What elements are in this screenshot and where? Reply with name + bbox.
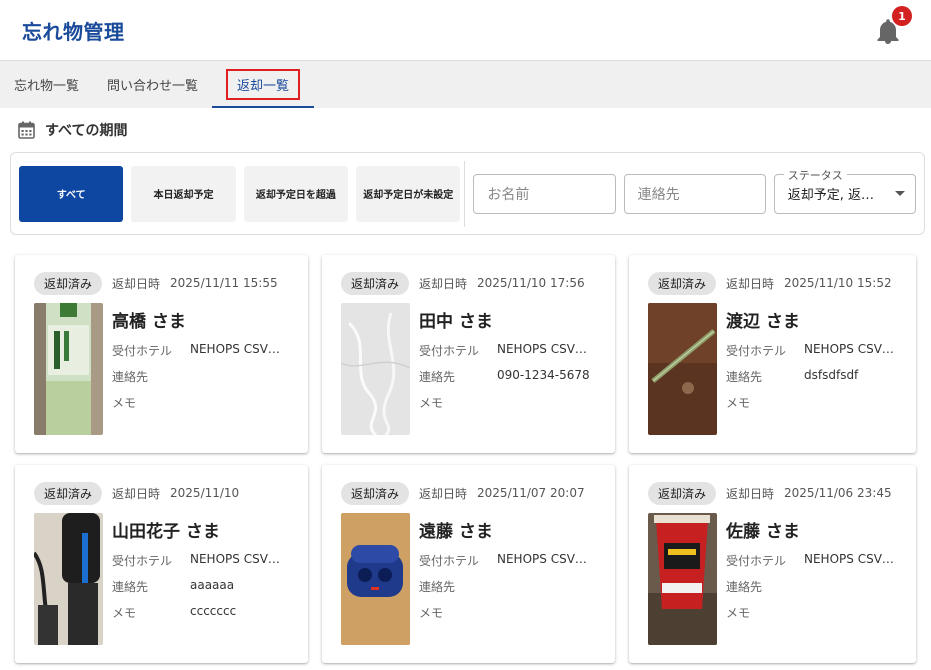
date-label: 返却日時 [112,276,161,291]
memo-value [804,394,899,411]
memo-value [497,604,592,621]
memo-value [190,394,285,411]
filter-today-button[interactable]: 本日返却予定 [131,165,236,222]
status-chip: 返却済み [648,271,717,295]
status-chip: 返却済み [648,481,717,505]
status-chip: 返却済み [341,271,410,295]
contact-label: 連絡先 [419,580,456,594]
hotel-label: 受付ホテル [112,554,173,568]
notification-badge: 1 [892,6,912,26]
divider [464,160,466,227]
filter-unscheduled-button[interactable]: 返却予定日が未設定 [356,165,461,222]
customer-name: 渡辺 さま [726,312,800,332]
tab-inquiries[interactable]: 問い合わせ一覧 [93,61,212,108]
contact-input[interactable]: 連絡先 [623,173,766,214]
return-card[interactable]: 返却済み 返却日時 2025/11/11 15:55 高橋 さま 受付ホテル N… [15,255,308,453]
status-chip: 返却済み [341,481,410,505]
hotel-label: 受付ホテル [726,344,787,358]
date-value: 2025/11/11 15:55 [170,276,278,290]
return-card[interactable]: 返却済み 返却日時 2025/11/07 20:07 遠藤 さま 受付ホテル NE… [322,465,615,663]
date-label: 返却日時 [112,486,161,501]
memo-label: メモ [112,606,137,620]
hotel-value: NEHOPS CSV… [497,552,587,566]
item-photo [648,513,717,645]
date-value: 2025/11/06 23:45 [784,486,892,500]
date-label: 返却日時 [419,486,468,501]
customer-name: 田中 さま [419,312,493,332]
name-input[interactable]: お名前 [473,173,616,214]
contact-value: 090-1234-5678 [497,368,590,382]
memo-label: メモ [726,606,751,620]
return-card[interactable]: 返却済み 返却日時 2025/11/10 17:56 田中 さま 受付ホテル NE… [322,255,615,453]
item-photo [648,303,717,435]
date-value: 2025/11/10 [170,486,240,500]
date-label: 返却日時 [726,276,775,291]
hotel-value: NEHOPS CSV… [804,552,894,566]
return-card[interactable]: 返却済み 返却日時 2025/11/06 23:45 佐藤 さま 受付ホテル NE… [629,465,916,663]
contact-value [190,368,285,385]
return-card[interactable]: 返却済み 返却日時 2025/11/10 15:52 渡辺 さま 受付ホテル NE… [629,255,916,453]
date-value: 2025/11/07 20:07 [477,486,585,500]
contact-value: aaaaaa [190,578,235,592]
status-select[interactable]: ステータス 返却予定, 返… [773,166,916,214]
hotel-value: NEHOPS CSV… [497,342,587,356]
hotel-label: 受付ホテル [726,554,787,568]
hotel-value: NEHOPS CSV… [190,552,280,566]
notification-button[interactable]: 1 [873,6,912,45]
contact-label: 連絡先 [419,370,456,384]
customer-name: 遠藤 さま [419,522,493,542]
customer-name: 高橋 さま [112,312,186,332]
hotel-value: NEHOPS CSV… [190,342,280,356]
item-photo [34,303,103,435]
tab-lost-items[interactable]: 忘れ物一覧 [0,61,93,108]
app-bar: 忘れ物管理 1 [0,0,931,60]
app-title: 忘れ物管理 [22,19,125,44]
tab-label: 忘れ物一覧 [14,79,80,94]
date-label: 返却日時 [419,276,468,291]
period-row[interactable]: すべての期間 [0,108,931,152]
contact-value: dsfsdfsdf [804,368,859,382]
status-select-label: ステータス [783,166,847,183]
contact-value [804,578,899,595]
hotel-label: 受付ホテル [112,344,173,358]
status-chip: 返却済み [34,481,103,505]
memo-value: ccccccc [190,604,237,618]
memo-label: メモ [419,606,444,620]
status-select-value: 返却予定, 返… [787,188,875,203]
date-value: 2025/11/10 17:56 [477,276,585,290]
memo-label: メモ [112,396,137,410]
item-photo [341,303,410,435]
date-value: 2025/11/10 15:52 [784,276,892,290]
filter-overdue-button[interactable]: 返却予定日を超過 [243,165,349,222]
date-label: 返却日時 [726,486,775,501]
period-title: すべての期間 [45,123,128,139]
item-photo [34,513,103,645]
customer-name: 佐藤 さま [726,522,800,542]
filter-panel: すべて 本日返却予定 返却予定日を超過 返却予定日が未設定 お名前 連絡先 ステ… [10,152,925,235]
hotel-value: NEHOPS CSV… [804,342,894,356]
item-photo [341,513,410,645]
memo-value [497,394,592,411]
memo-label: メモ [419,396,444,410]
calendar-icon [18,121,35,139]
tab-bar: 忘れ物一覧 問い合わせ一覧 返却一覧 [0,60,931,108]
customer-name: 山田花子 さま [112,522,220,542]
return-card[interactable]: 返却済み 返却日時 2025/11/10 山田花子 さま 受付ホテル NEHOPS… [15,465,308,663]
tab-label: 返却一覧 [226,69,301,100]
contact-value [497,578,592,595]
contact-label: 連絡先 [112,370,149,384]
tab-label: 問い合わせ一覧 [107,79,199,94]
return-card-grid: 返却済み 返却日時 2025/11/11 15:55 高橋 さま 受付ホテル N… [0,235,931,663]
contact-label: 連絡先 [726,370,763,384]
tab-returns[interactable]: 返却一覧 [212,61,315,108]
hotel-label: 受付ホテル [419,554,480,568]
status-chip: 返却済み [34,271,103,295]
memo-label: メモ [726,396,751,410]
contact-label: 連絡先 [112,580,149,594]
hotel-label: 受付ホテル [419,344,480,358]
contact-label: 連絡先 [726,580,763,594]
memo-value [804,604,899,621]
caret-down-icon [894,190,905,196]
filter-all-button[interactable]: すべて [19,165,124,222]
